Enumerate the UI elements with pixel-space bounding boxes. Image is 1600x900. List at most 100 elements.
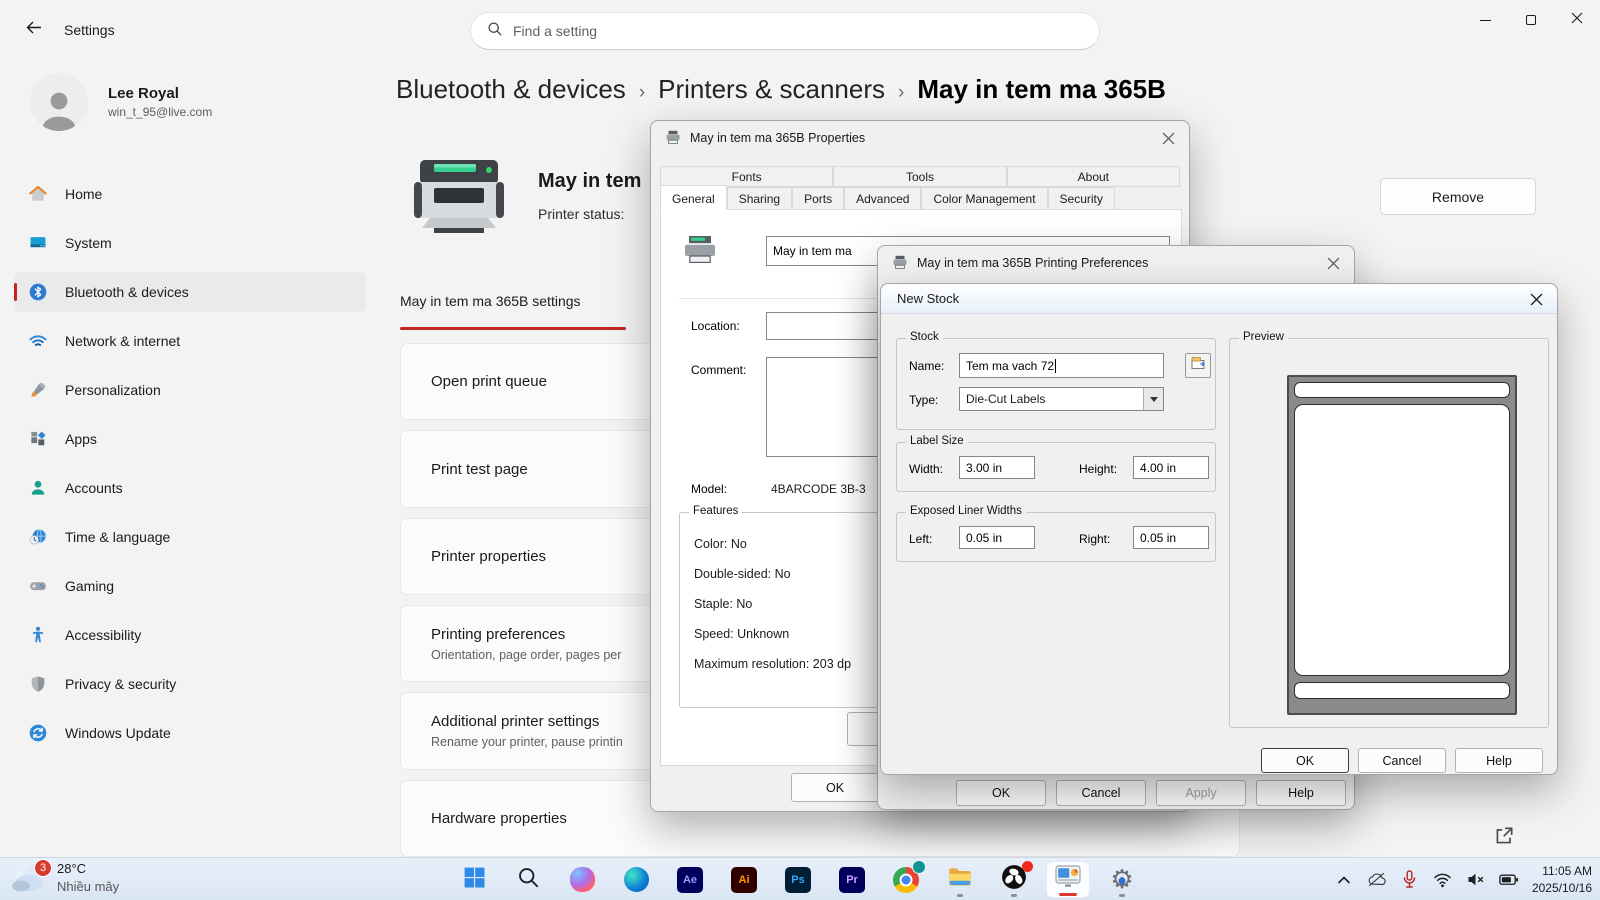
copilot-icon — [570, 867, 595, 892]
minimize-button[interactable] — [1462, 0, 1508, 40]
height-input[interactable] — [1133, 456, 1209, 479]
properties-dialog-titlebar[interactable]: May in tem ma 365B Properties — [651, 121, 1189, 155]
maximize-button[interactable] — [1508, 0, 1554, 40]
right-input[interactable] — [1133, 526, 1209, 549]
sidebar-item-system[interactable]: System — [14, 223, 366, 263]
sidebar-item-apps[interactable]: Apps — [14, 419, 366, 459]
sidebar-item-network-internet[interactable]: Network & internet — [14, 321, 366, 361]
breadcrumb-bluetooth-devices[interactable]: Bluetooth & devices — [396, 74, 626, 105]
after-effects-button[interactable]: Ae — [668, 861, 712, 898]
preferences-close-icon[interactable] — [1325, 255, 1341, 271]
weather-widget[interactable]: 3 28°C Nhiều mây — [8, 860, 119, 895]
search-icon — [517, 866, 540, 894]
settings-titlebar: Settings — [0, 0, 1600, 60]
label-bottom-partial — [1294, 682, 1510, 699]
start-button[interactable] — [452, 861, 496, 898]
wifi-icon — [28, 331, 48, 351]
wifi-icon[interactable] — [1433, 871, 1453, 889]
tab-sharing[interactable]: Sharing — [727, 187, 792, 210]
printer-tool-button[interactable] — [1046, 861, 1090, 898]
volume-muted-icon[interactable] — [1466, 871, 1486, 889]
file-explorer-button[interactable] — [938, 861, 982, 898]
sidebar-item-personalization[interactable]: Personalization — [14, 370, 366, 410]
remove-printer-button[interactable]: Remove — [1380, 178, 1536, 215]
after-effects-icon: Ae — [677, 867, 703, 893]
onedrive-paused-icon[interactable] — [1367, 871, 1387, 889]
settings-app-button[interactable]: ⚙ — [1100, 861, 1144, 898]
card-title: Hardware properties — [431, 810, 1209, 827]
external-link-icon[interactable] — [1493, 825, 1515, 847]
edge-button[interactable] — [614, 861, 658, 898]
sidebar-item-privacy-security[interactable]: Privacy & security — [14, 664, 366, 704]
sidebar-item-bluetooth-devices[interactable]: Bluetooth & devices — [14, 272, 366, 312]
copilot-button[interactable] — [560, 861, 604, 898]
new-stock-title: New Stock — [897, 291, 959, 306]
search-box[interactable] — [470, 12, 1100, 50]
preferences-cancel-button[interactable]: Cancel — [1056, 780, 1146, 806]
microphone-icon[interactable] — [1400, 871, 1420, 889]
sidebar-item-windows-update[interactable]: Windows Update — [14, 713, 366, 753]
stock-type-dropdown[interactable]: Die-Cut Labels — [959, 387, 1164, 411]
sidebar-item-label: Time & language — [65, 529, 170, 545]
preferences-help-button[interactable]: Help — [1256, 780, 1346, 806]
preferences-ok-button[interactable]: OK — [956, 780, 1046, 806]
premiere-button[interactable]: Pr — [830, 861, 874, 898]
new-stock-help-button[interactable]: Help — [1455, 748, 1543, 773]
features-legend: Features — [689, 505, 742, 517]
show-hidden-icons-chevron[interactable] — [1334, 871, 1354, 889]
breadcrumb-printers-scanners[interactable]: Printers & scanners — [658, 74, 885, 105]
tab-general[interactable]: General — [660, 185, 727, 210]
back-button[interactable] — [16, 14, 50, 46]
sidebar-item-label: System — [65, 235, 112, 251]
clock[interactable]: 11:05 AM 2025/10/16 — [1532, 863, 1592, 897]
window-controls — [1462, 0, 1600, 40]
sidebar-item-label: Gaming — [65, 578, 114, 594]
photoshop-button[interactable]: Ps — [776, 861, 820, 898]
app-title: Settings — [64, 22, 115, 38]
tab-tools[interactable]: Tools — [833, 166, 1006, 187]
new-stock-ok-button[interactable]: OK — [1261, 748, 1349, 773]
tab-color-management[interactable]: Color Management — [921, 187, 1047, 210]
sidebar-item-gaming[interactable]: Gaming — [14, 566, 366, 606]
tab-about[interactable]: About — [1007, 166, 1180, 187]
photoshop-icon: Ps — [785, 867, 811, 893]
new-stock-close-icon[interactable] — [1528, 291, 1544, 307]
section-header-underline — [400, 327, 626, 330]
brush-icon — [28, 380, 48, 400]
tab-fonts[interactable]: Fonts — [660, 166, 833, 187]
home-icon — [28, 184, 48, 204]
tab-security[interactable]: Security — [1048, 187, 1115, 210]
new-stock-titlebar[interactable]: New Stock — [881, 284, 1557, 314]
sidebar-item-accounts[interactable]: Accounts — [14, 468, 366, 508]
properties-ok-button[interactable]: OK — [791, 773, 879, 802]
gamepad-icon — [28, 576, 48, 596]
stock-name-input[interactable]: Tem ma vach 72 — [959, 353, 1164, 378]
chrome-button[interactable] — [884, 861, 928, 898]
sidebar-item-home[interactable]: Home — [14, 174, 366, 214]
account-card[interactable]: Lee Royal win_t_95@live.com — [0, 60, 380, 144]
chevron-down-icon[interactable] — [1143, 388, 1163, 410]
new-stock-cancel-button[interactable]: Cancel — [1358, 748, 1446, 773]
taskbar-search-button[interactable] — [506, 861, 550, 898]
tab-advanced[interactable]: Advanced — [844, 187, 921, 210]
search-input[interactable] — [513, 23, 1083, 39]
properties-close-icon[interactable] — [1160, 130, 1176, 146]
tab-ports[interactable]: Ports — [792, 187, 844, 210]
preferences-dialog-titlebar[interactable]: May in tem ma 365B Printing Preferences — [878, 246, 1354, 280]
sidebar-nav: Home System Bluetooth & devices Network … — [0, 174, 380, 753]
sidebar-item-accessibility[interactable]: Accessibility — [14, 615, 366, 655]
properties-tab-row-top: Fonts Tools About — [660, 166, 1180, 187]
illustrator-button[interactable]: Ai — [722, 861, 766, 898]
new-stock-dialog: New Stock Stock Name: Tem ma vach 72 Typ… — [880, 283, 1558, 775]
obs-button[interactable] — [992, 861, 1036, 898]
premiere-icon: Pr — [839, 867, 865, 893]
preview-groupbox: Preview — [1229, 338, 1549, 728]
printer-icon — [681, 234, 719, 264]
import-stock-button[interactable] — [1185, 353, 1211, 378]
width-input[interactable] — [959, 456, 1035, 479]
close-button[interactable] — [1554, 0, 1600, 40]
sidebar-item-time-language[interactable]: Time & language — [14, 517, 366, 557]
printer-name-value: May in tem ma — [773, 244, 852, 258]
left-input[interactable] — [959, 526, 1035, 549]
battery-icon[interactable] — [1499, 871, 1519, 889]
